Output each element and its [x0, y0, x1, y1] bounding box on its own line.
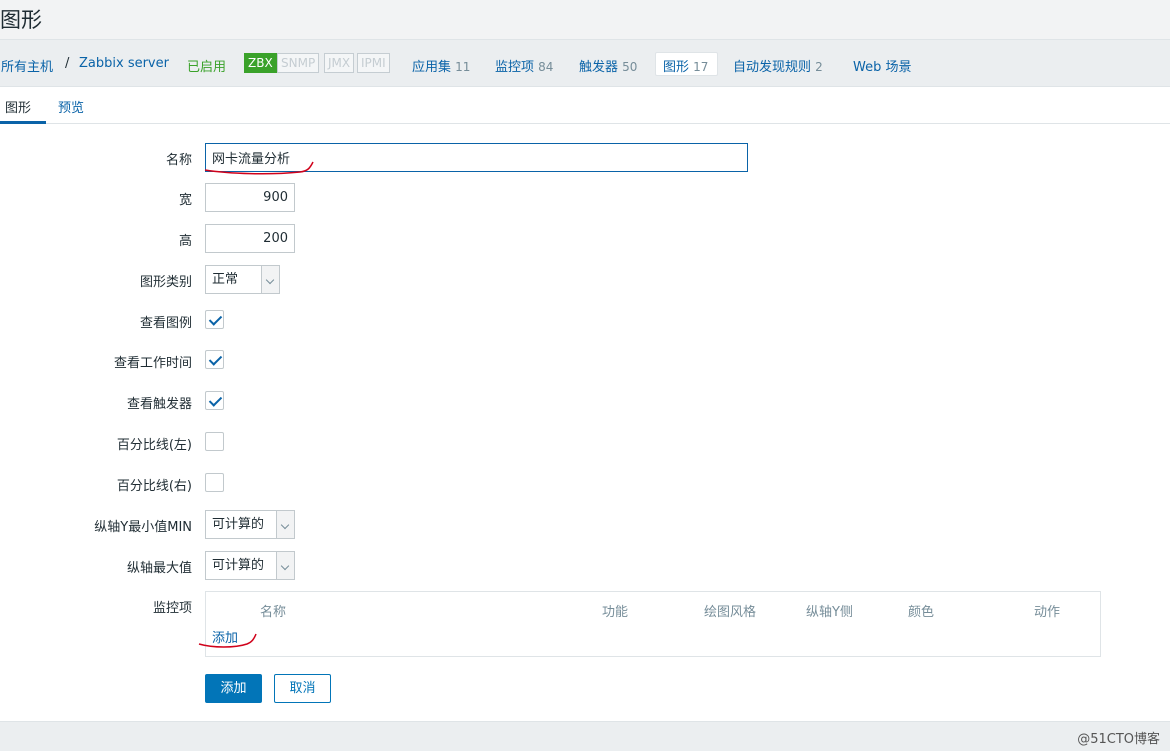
items-column-y-axis-side: 纵轴Y侧	[806, 605, 853, 620]
show-working-time-label: 查看工作时间	[113, 356, 192, 371]
page-footer: @51CTO博客	[0, 721, 1170, 751]
availability-zbx-badge: ZBX	[244, 53, 277, 73]
tab-discovery-rules-label: 自动发现规则	[733, 60, 812, 75]
host-status-enabled[interactable]: 已启用	[187, 56, 226, 75]
chevron-down-icon	[261, 266, 279, 293]
items-column-name: 名称	[260, 605, 287, 620]
tab-web-scenarios-label: Web 场景	[853, 60, 912, 75]
ymax-type-value: 可计算的	[212, 558, 265, 573]
breadcrumb-all-hosts[interactable]: 所有主机	[1, 56, 53, 75]
tab-applications[interactable]: 应用集 11	[412, 56, 470, 75]
ymax-label: 纵轴最大值	[126, 561, 192, 576]
height-input[interactable]	[205, 224, 295, 253]
subtab-preview[interactable]: 预览	[58, 97, 84, 116]
subtab-graph[interactable]: 图形	[5, 97, 31, 116]
tab-triggers[interactable]: 触发器 50	[579, 56, 637, 75]
page-header: 图形	[0, 0, 1170, 40]
graph-type-value: 正常	[212, 272, 239, 287]
show-legend-label: 查看图例	[139, 316, 192, 331]
tab-graphs-label: 图形	[663, 60, 690, 75]
graph-type-select[interactable]: 正常	[205, 265, 280, 294]
graph-type-label: 图形类别	[139, 275, 192, 290]
tab-graphs[interactable]: 图形 17	[663, 56, 708, 75]
items-column-function: 功能	[602, 605, 629, 620]
items-column-draw-style: 绘图风格	[704, 605, 757, 620]
ymin-type-value: 可计算的	[212, 517, 265, 532]
chevron-down-icon	[276, 511, 294, 538]
tab-triggers-label: 触发器	[579, 60, 619, 75]
active-tab-indicator	[0, 121, 46, 124]
tab-applications-label: 应用集	[412, 60, 452, 75]
percentile-left-label: 百分比线(左)	[116, 438, 192, 453]
graph-items-table: 名称 功能 绘图风格 纵轴Y侧 颜色 动作 添加	[205, 591, 1101, 657]
show-working-time-checkbox[interactable]	[205, 350, 224, 369]
items-label: 监控项	[152, 601, 192, 616]
availability-snmp-badge: SNMP	[277, 53, 320, 73]
width-label: 宽	[178, 193, 192, 208]
tab-discovery-rules[interactable]: 自动发现规则 2	[733, 56, 823, 75]
percentile-left-checkbox[interactable]	[205, 432, 224, 451]
add-item-link[interactable]: 添加	[212, 627, 238, 646]
cancel-button[interactable]: 取消	[274, 674, 331, 703]
availability-ipmi-badge: IPMI	[357, 53, 390, 73]
ymin-type-select[interactable]: 可计算的	[205, 510, 295, 539]
tab-triggers-count: 50	[622, 60, 638, 74]
availability-jmx-badge: JMX	[324, 53, 355, 73]
tab-graphs-count: 17	[693, 60, 709, 74]
tab-applications-count: 11	[455, 60, 471, 74]
tab-items[interactable]: 监控项 84	[495, 56, 553, 75]
items-column-action: 动作	[1034, 605, 1061, 620]
graph-name-input[interactable]	[205, 143, 748, 172]
breadcrumb-separator: /	[65, 56, 70, 71]
show-legend-checkbox[interactable]	[205, 310, 224, 329]
show-triggers-checkbox[interactable]	[205, 391, 224, 410]
chevron-down-icon	[276, 552, 294, 579]
percentile-right-checkbox[interactable]	[205, 473, 224, 492]
tab-items-label: 监控项	[495, 60, 535, 75]
tab-discovery-rules-count: 2	[815, 60, 823, 74]
show-triggers-label: 查看触发器	[126, 397, 192, 412]
tab-items-count: 84	[538, 60, 554, 74]
name-label: 名称	[165, 153, 192, 168]
width-input[interactable]	[205, 183, 295, 212]
height-label: 高	[178, 234, 192, 249]
ymax-type-select[interactable]: 可计算的	[205, 551, 295, 580]
breadcrumb-host-name[interactable]: Zabbix server	[79, 56, 169, 71]
watermark-text: @51CTO博客	[1077, 732, 1160, 747]
items-column-color: 颜色	[908, 605, 935, 620]
add-button[interactable]: 添加	[205, 674, 262, 703]
percentile-right-label: 百分比线(右)	[116, 479, 192, 494]
host-navigation: 所有主机 / Zabbix server 已启用 ZBX SNMP JMX IP…	[0, 40, 1170, 87]
tab-web-scenarios[interactable]: Web 场景	[853, 56, 911, 75]
ymin-label: 纵轴Y最小值MIN	[94, 520, 192, 535]
page-title: 图形	[0, 8, 42, 32]
form-tabs: 图形 预览	[0, 88, 1170, 124]
